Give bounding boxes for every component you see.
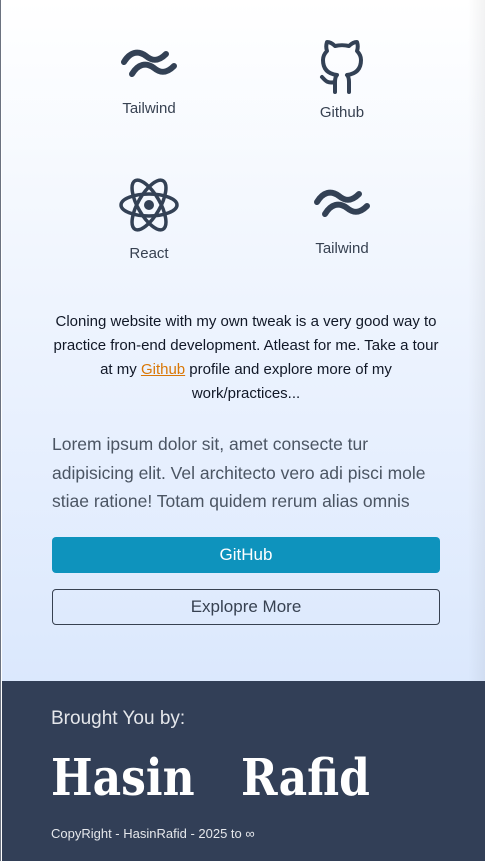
main-section: Tailwind Github React Tailwind Cloning w… [2, 0, 485, 681]
tool-tailwind[interactable]: Tailwind [69, 40, 229, 117]
author-first-name: Hasin [51, 749, 195, 808]
page: Tailwind Github React Tailwind Cloning w… [0, 0, 485, 861]
tool-react[interactable]: React [69, 177, 229, 262]
author-last-name: Rafid [241, 749, 370, 808]
edge-shadow [468, 0, 485, 681]
tool-label: Tailwind [315, 240, 369, 257]
react-icon [119, 178, 179, 232]
tool-tailwind-2[interactable]: Tailwind [262, 180, 422, 257]
tailwind-icon [121, 49, 177, 77]
brought-by-label: Brought You by: [51, 708, 186, 729]
tool-github[interactable]: Github [262, 40, 422, 121]
github-button[interactable]: GitHub [52, 537, 440, 573]
github-icon [320, 40, 363, 94]
tool-label: Tailwind [122, 100, 176, 117]
intro-text: Cloning website with my own tweak is a v… [52, 310, 440, 406]
intro-text-end: profile and explore more of my work/prac… [185, 361, 392, 402]
github-link[interactable]: Github [141, 361, 185, 378]
footer: Brought You by: Hasin Rafid CopyRight - … [2, 681, 485, 861]
explore-more-button[interactable]: Explopre More [52, 589, 440, 625]
tool-label: Github [319, 104, 365, 121]
tool-label: React [129, 245, 169, 262]
tailwind-icon [314, 189, 370, 217]
copyright-text: CopyRight - HasinRafid - 2025 to ∞ [51, 826, 255, 841]
lorem-paragraph: Lorem ipsum dolor sit, amet consecte tur… [52, 434, 426, 511]
